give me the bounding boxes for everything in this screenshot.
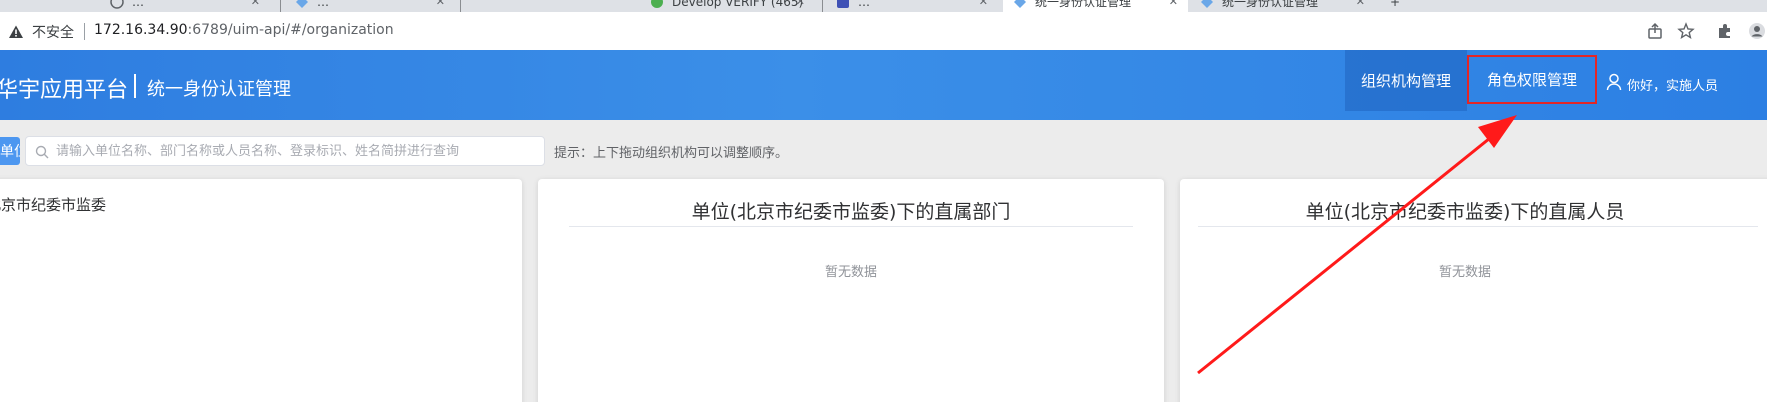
drag-hint-text: 提示：上下拖动组织机构可以调整顺序。 (554, 146, 789, 161)
tab-divider (280, 0, 281, 12)
departments-empty-text: 暂无数据 (824, 265, 877, 280)
browser-tab-active[interactable]: 统一身份认证管理 ✕ (1003, 0, 1188, 12)
panel-divider (1198, 226, 1758, 227)
nav-role-permission-management[interactable]: 角色权限管理 (1467, 55, 1597, 104)
tab-label: … (132, 0, 144, 9)
browser-tab[interactable]: … ✕ (100, 0, 270, 12)
user-icon[interactable] (1606, 73, 1622, 91)
share-icon[interactable] (1646, 22, 1664, 40)
tab-label: Develop VERIFY (465) (672, 0, 804, 9)
url-field[interactable]: 172.16.34.90:6789/uim-api/#/organization (94, 22, 394, 38)
add-unit-button[interactable]: 单位 (0, 137, 20, 165)
departments-panel: 单位(北京市纪委市监委)下的直属部门 暂无数据 (538, 179, 1164, 402)
tab-divider (822, 0, 823, 12)
new-tab-button[interactable]: + (1380, 0, 1400, 12)
address-bar: 不安全 172.16.34.90:6789/uim-api/#/organiza… (0, 12, 1767, 50)
tab-favicon-icon (295, 0, 309, 9)
tab-favicon-icon (836, 0, 850, 9)
tab-close-icon[interactable]: ✕ (251, 0, 260, 8)
tab-close-icon[interactable]: ✕ (796, 0, 805, 8)
nav-org-management[interactable]: 组织机构管理 (1345, 50, 1467, 111)
browser-tab-strip: … ✕ … ✕ Develop VERIFY (465) ✕ … ✕ 统一身份认… (0, 0, 1767, 12)
app-header: 华宇应用平台 统一身份认证管理 组织机构管理 角色权限管理 你好，实施人员 (0, 50, 1767, 120)
tab-favicon-icon (1013, 0, 1027, 9)
people-panel: 单位(北京市纪委市监委)下的直属人员 暂无数据 (1180, 179, 1767, 402)
app-subtitle: 统一身份认证管理 (147, 79, 291, 100)
tab-close-icon[interactable]: ✕ (979, 0, 988, 8)
user-greeting[interactable]: 你好，实施人员 (1627, 75, 1718, 94)
org-tree-panel: 北京市纪委市监委 (0, 179, 522, 402)
tab-label: … (317, 0, 329, 9)
bookmark-star-icon[interactable] (1677, 22, 1695, 40)
security-label[interactable]: 不安全 (32, 22, 74, 42)
browser-tab[interactable]: 统一身份认证管理 ✕ (1190, 0, 1375, 12)
page-root: … ✕ … ✕ Develop VERIFY (465) ✕ … ✕ 统一身份认… (0, 0, 1767, 402)
people-panel-title: 单位(北京市纪委市监委)下的直属人员 (1305, 201, 1625, 223)
tree-node-root[interactable]: 北京市纪委市监委 (0, 194, 106, 215)
panel-divider (569, 226, 1133, 227)
brand-title: 华宇应用平台 (0, 78, 129, 103)
tab-favicon-icon (110, 0, 124, 9)
url-host: 172.16.34.90 (94, 22, 188, 38)
browser-tab[interactable]: … ✕ (826, 0, 998, 12)
tab-divider (460, 0, 461, 12)
browser-tab[interactable]: Develop VERIFY (465) ✕ (640, 0, 815, 12)
people-empty-text: 暂无数据 (1438, 265, 1491, 280)
browser-tab[interactable]: … ✕ (285, 0, 455, 12)
tab-close-icon[interactable]: ✕ (1356, 0, 1365, 8)
address-divider (84, 23, 85, 40)
tab-label: … (858, 0, 870, 9)
tab-favicon-icon (1200, 0, 1214, 9)
url-path: :6789/uim-api/#/organization (187, 22, 394, 38)
search-box (25, 136, 545, 166)
tab-close-icon[interactable]: ✕ (436, 0, 445, 8)
tab-label: 统一身份认证管理 (1035, 0, 1132, 9)
brand-divider (134, 74, 136, 98)
extensions-icon[interactable] (1716, 22, 1734, 40)
departments-panel-title: 单位(北京市纪委市监委)下的直属部门 (691, 201, 1011, 223)
search-icon (35, 144, 49, 159)
tab-close-icon[interactable]: ✕ (1169, 0, 1178, 8)
tab-favicon-icon (650, 0, 664, 9)
warning-icon[interactable] (8, 24, 24, 40)
tab-label: 统一身份认证管理 (1222, 0, 1319, 9)
search-input[interactable] (56, 137, 536, 165)
profile-icon[interactable] (1748, 22, 1766, 40)
